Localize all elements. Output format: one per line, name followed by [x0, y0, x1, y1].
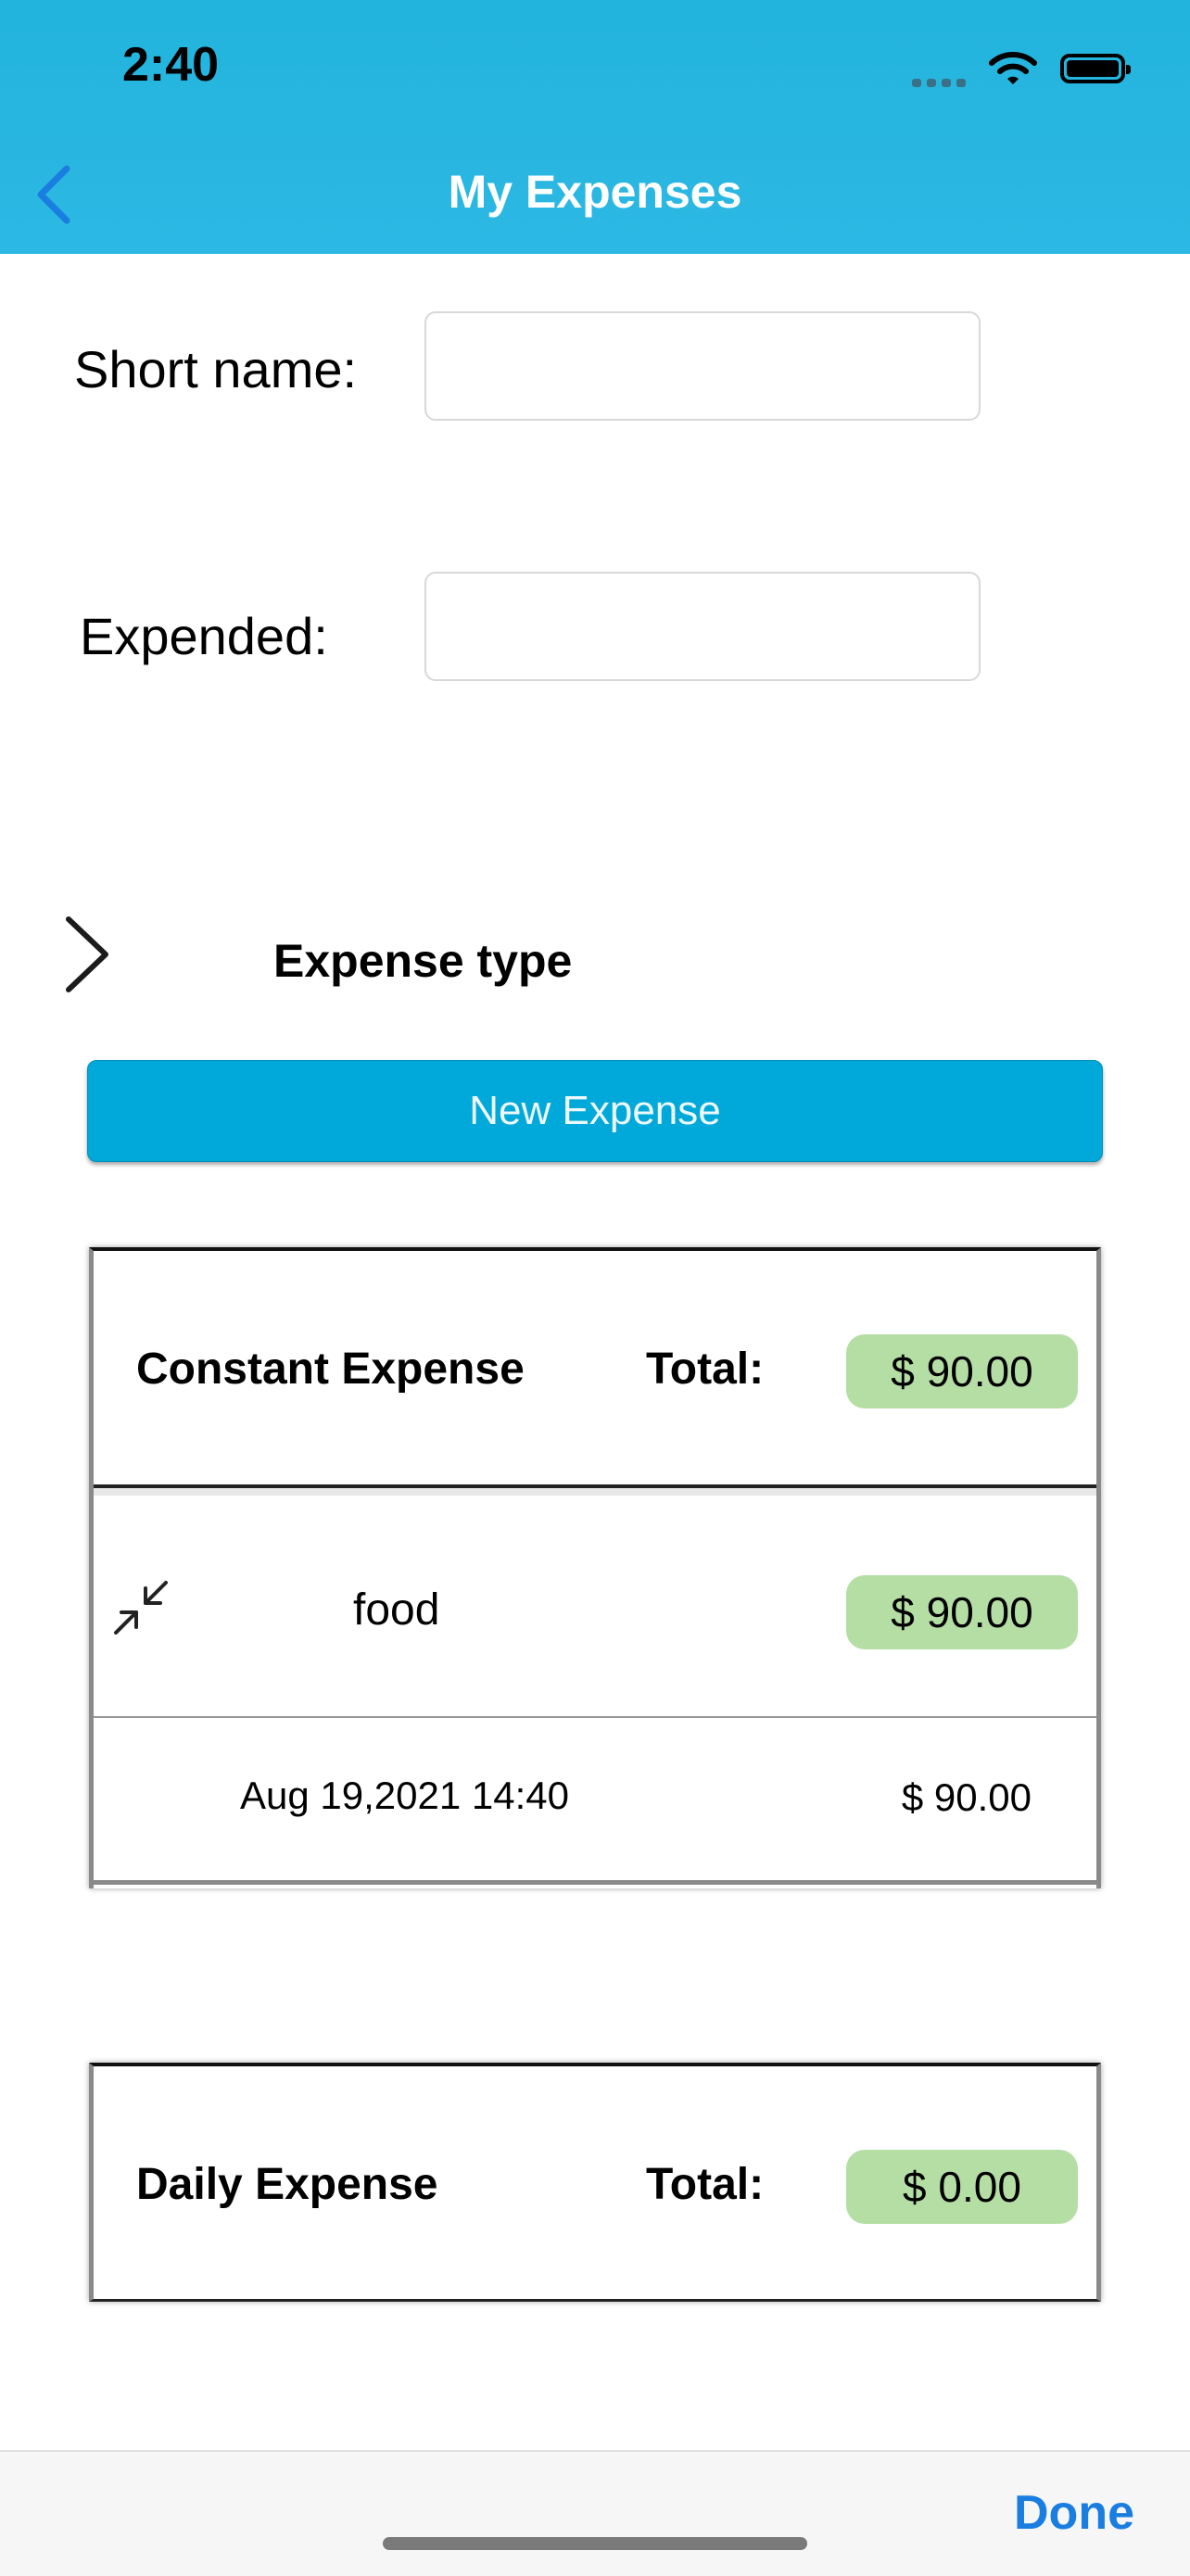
collapse-arrows-icon[interactable]: [108, 1575, 173, 1640]
nav-header: 2:40 My Expenses: [0, 0, 1190, 254]
entry-amount: $ 90.00: [901, 1775, 1032, 1819]
daily-expense-header[interactable]: Daily Expense Total: $ 0.00: [94, 2066, 1096, 2302]
status-time: 2:40: [122, 38, 220, 92]
expense-entry-row[interactable]: Aug 19,2021 14:40 $ 90.00: [94, 1718, 1096, 1885]
expended-input[interactable]: [424, 572, 981, 681]
page-title: My Expenses: [448, 166, 742, 218]
battery-icon: [1060, 54, 1131, 83]
expense-item-amount-badge: $ 90.00: [846, 1575, 1078, 1649]
keyboard-toolbar: Done: [0, 2450, 1190, 2576]
expense-item-name: food: [353, 1585, 440, 1635]
expense-item-row[interactable]: food $ 90.00: [94, 1496, 1096, 1718]
constant-expense-header[interactable]: Constant Expense Total: $ 90.00: [94, 1251, 1096, 1488]
total-label: Total:: [646, 1345, 765, 1394]
done-button[interactable]: Done: [1014, 2485, 1134, 2541]
short-name-label: Short name:: [74, 340, 358, 398]
daily-expense-card: Daily Expense Total: $ 0.00: [89, 2063, 1101, 2302]
group-total-badge: $ 0.00: [846, 2150, 1078, 2224]
short-name-input[interactable]: [424, 311, 981, 421]
entry-date: Aug 19,2021 14:40: [240, 1774, 569, 1817]
cellular-signal-icon: [912, 50, 966, 87]
expense-type-chevron-right-icon[interactable]: [56, 908, 120, 1001]
group-title: Constant Expense: [136, 1345, 525, 1394]
group-total-badge: $ 90.00: [846, 1334, 1078, 1408]
home-indicator[interactable]: [383, 2537, 807, 2550]
expended-label: Expended:: [80, 607, 328, 665]
expense-type-title[interactable]: Expense type: [273, 934, 572, 988]
new-expense-button[interactable]: New Expense: [87, 1060, 1103, 1162]
total-label: Total:: [646, 2160, 765, 2209]
constant-expense-card: Constant Expense Total: $ 90.00 food $ 9…: [89, 1247, 1101, 1888]
group-title: Daily Expense: [136, 2160, 438, 2209]
wifi-icon: [989, 52, 1037, 84]
status-icons: [912, 48, 1131, 89]
